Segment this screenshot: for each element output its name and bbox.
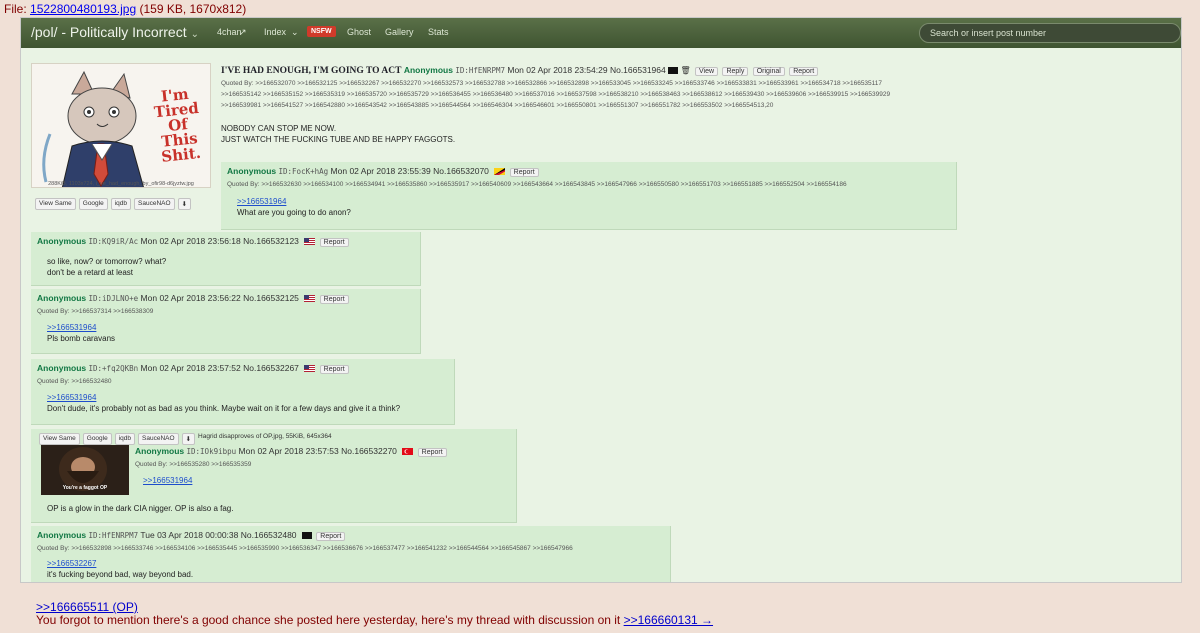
nav-index[interactable]: Index	[264, 27, 286, 37]
report-button[interactable]: Report	[417, 448, 447, 457]
us-flag-icon	[304, 365, 316, 373]
board-title[interactable]: /pol/ - Politically Incorrect ⌄	[31, 24, 199, 40]
file-link[interactable]: 1522800480193.jpg	[30, 2, 136, 16]
saucenao-button[interactable]: SauceNAO	[138, 433, 179, 445]
thread-link[interactable]: >>166660131 →	[624, 613, 713, 627]
op-subject: I'VE HAD ENOUGH, I'M GOING TO ACT	[221, 66, 402, 76]
view-same-button[interactable]: View Same	[35, 198, 76, 210]
quote-link[interactable]: >>166531964	[47, 322, 115, 333]
quote-link[interactable]: >>166531964	[47, 392, 400, 403]
reply-body: >>166531964 What are you going to do ano…	[237, 196, 351, 217]
us-flag-icon	[304, 295, 316, 303]
quoted-by[interactable]: Quoted By: >>166535280 >>166535359	[135, 459, 251, 470]
google-button[interactable]: Google	[78, 198, 108, 210]
original-button[interactable]: Original	[752, 67, 785, 76]
reply-post: Anonymous ID:KQ9iR/Ac Mon 02 Apr 2018 23…	[31, 232, 421, 286]
quoted-by[interactable]: Quoted By: >>166532480	[37, 376, 111, 387]
quote-link-wrap: >>166531964	[143, 475, 192, 486]
poster-name: Anonymous	[403, 65, 453, 75]
report-button[interactable]: Report	[319, 295, 349, 304]
nav-ghost[interactable]: Ghost	[347, 27, 371, 37]
nav-4chan[interactable]: 4chan	[217, 27, 242, 37]
pirate-flag-icon	[668, 67, 679, 75]
report-button[interactable]: Report	[509, 168, 539, 177]
post-date: Mon 02 Apr 2018 23:54:29	[507, 65, 608, 75]
comment-text: You forgot to mention there's a good cha…	[36, 613, 714, 627]
post-number[interactable]: No.166531964	[610, 65, 666, 75]
op-body: NOBODY CAN STOP ME NOW. JUST WATCH THE F…	[221, 124, 456, 144]
iqdb-button[interactable]: iqdb	[114, 433, 136, 445]
us-flag-icon	[304, 238, 316, 246]
reply-post: Anonymous ID:HfENRPM7 Tue 03 Apr 2018 00…	[31, 526, 671, 582]
reply-header: Anonymous ID:FocK+hAg Mon 02 Apr 2018 23…	[227, 166, 539, 177]
op-reference-link[interactable]: >>166665511 (OP)	[36, 600, 138, 614]
chevron-down-icon: ⌄	[190, 29, 199, 40]
google-button[interactable]: Google	[82, 433, 112, 445]
embedded-screenshot: /pol/ - Politically Incorrect ⌄ 4chan ↗ I…	[20, 17, 1182, 583]
reply-post: Anonymous ID:iDJLNO+e Mon 02 Apr 2018 23…	[31, 289, 421, 354]
view-button[interactable]: View	[695, 67, 719, 76]
reply-post: Anonymous ID:+fq2QKBn Mon 02 Apr 2018 23…	[31, 359, 455, 425]
report-button[interactable]: Report	[319, 365, 349, 374]
saucenao-button[interactable]: SauceNAO	[134, 198, 175, 210]
quote-link[interactable]: >>166531964	[237, 196, 351, 207]
reply-post: Anonymous ID:FocK+hAg Mon 02 Apr 2018 23…	[221, 162, 957, 230]
nav-gallery[interactable]: Gallery	[385, 27, 414, 37]
reply-body: so like, now? or tomorrow? what? don't b…	[47, 257, 167, 277]
op-header: I'VE HAD ENOUGH, I'M GOING TO ACT Anonym…	[221, 65, 819, 76]
top-navbar: /pol/ - Politically Incorrect ⌄ 4chan ↗ I…	[21, 18, 1181, 48]
reply-image[interactable]: You're a faggot OP	[41, 445, 129, 495]
reply-body: >>166532267 it's fucking beyond bad, way…	[47, 558, 194, 579]
quoted-by[interactable]: Quoted By: >>166532630 >>166534100 >>166…	[227, 179, 847, 190]
op-image-meta: 288KiB, 1103x724, i_ve_had_enough_by_ofi…	[48, 181, 194, 187]
nsfw-badge[interactable]: NSFW	[307, 26, 336, 37]
op-image[interactable]: I'm Tired Of This Shit.	[31, 63, 211, 188]
file-info: File: 1522800480193.jpg (159 KB, 1670x81…	[4, 2, 247, 16]
quote-link[interactable]: >>166531964	[143, 475, 192, 486]
reply-post: View Same Google iqdb SauceNAO ⬇ Hagrid …	[31, 429, 517, 523]
image-caption: You're a faggot OP	[62, 485, 108, 491]
image-tools: View Same Google iqdb SauceNAO ⬇ Hagrid …	[39, 433, 332, 445]
op-quoted-by: Quoted By: >>166532070 >>166532125 >>166…	[221, 80, 891, 109]
reply-body: >>166531964 Pls bomb caravans	[47, 322, 116, 343]
report-button[interactable]: Report	[319, 238, 349, 247]
report-button[interactable]: Report	[789, 67, 819, 76]
image-caption-text: I'm Tired Of This Shit.	[153, 84, 202, 166]
view-same-button[interactable]: View Same	[39, 433, 80, 445]
quoted-by[interactable]: Quoted By: >>166532898 >>166533746 >>166…	[37, 543, 573, 554]
op-image-tools: View Same Google iqdb SauceNAO ⬇	[35, 198, 192, 210]
reply-body: OP is a glow in the dark CIA nigger. OP …	[47, 504, 234, 513]
quote-link[interactable]: >>166532267	[47, 558, 193, 569]
external-link-icon: ↗	[239, 27, 247, 37]
search-input[interactable]: Search or insert post number	[919, 23, 1181, 43]
download-icon[interactable]: ⬇	[181, 433, 196, 445]
quoted-by[interactable]: Quoted By: >>166537314 >>166538309	[37, 306, 153, 317]
flag-icon	[494, 168, 506, 176]
pirate-flag-icon	[301, 532, 312, 540]
file-meta: (159 KB, 1670x812)	[139, 2, 247, 16]
nav-stats[interactable]: Stats	[428, 27, 449, 37]
trash-icon[interactable]: 🗑	[680, 66, 690, 75]
reply-body: >>166531964 Don't dude, it's probably no…	[47, 392, 401, 413]
iqdb-button[interactable]: iqdb	[110, 198, 132, 210]
poster-id[interactable]: ID:HfENRPM7	[455, 66, 505, 75]
tr-flag-icon	[402, 448, 414, 456]
file-info[interactable]: Hagrid disapproves of OP.jpg, 55KiB, 645…	[198, 433, 332, 445]
download-icon[interactable]: ⬇	[177, 198, 192, 210]
report-button[interactable]: Report	[316, 532, 346, 541]
reply-button[interactable]: Reply	[722, 67, 749, 76]
chevron-down-icon: ⌄	[291, 27, 299, 37]
